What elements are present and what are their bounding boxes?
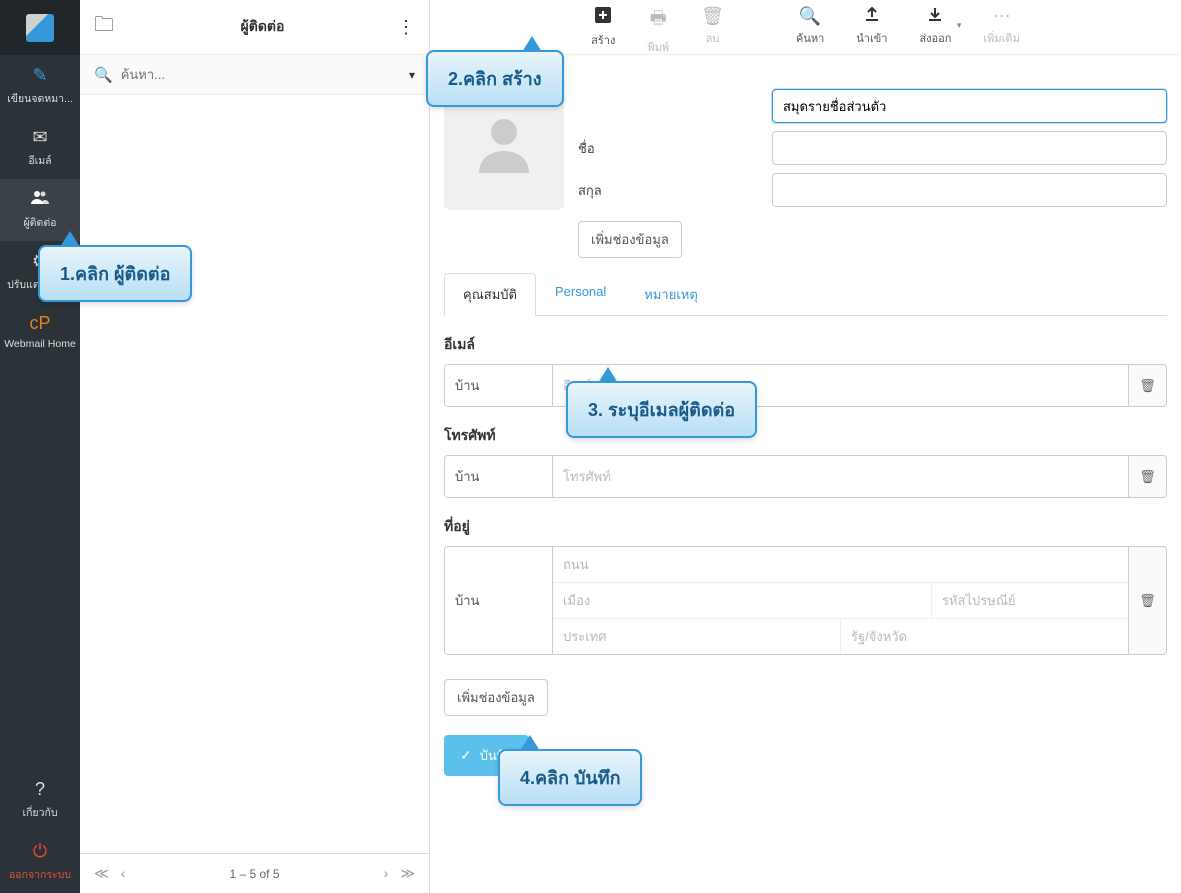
add-field-button[interactable]: เพิ่มช่องข้อมูล bbox=[444, 679, 548, 716]
nav-about[interactable]: ? เกี่ยวกับ bbox=[0, 769, 80, 831]
compose-icon: ✎ bbox=[4, 65, 76, 86]
nav-email[interactable]: ✉ อีเมล์ bbox=[0, 117, 80, 179]
nav-label: อีเมล์ bbox=[4, 152, 76, 169]
tab-properties[interactable]: คุณสมบัติ bbox=[444, 273, 536, 316]
email-type-select[interactable]: บ้าน bbox=[445, 365, 553, 406]
search-input[interactable] bbox=[121, 67, 409, 82]
users-icon bbox=[4, 189, 76, 210]
pager-last-icon[interactable]: ≫ bbox=[400, 865, 415, 882]
callout-4: 4.คลิก บันทึก bbox=[498, 749, 642, 806]
trash-icon: 🗑 bbox=[1139, 469, 1156, 485]
dots-icon: ⋯ bbox=[993, 6, 1011, 27]
address-type-select[interactable]: บ้าน bbox=[445, 547, 553, 654]
addressbook-select[interactable] bbox=[772, 89, 1167, 123]
import-button[interactable]: นำเข้า bbox=[850, 6, 893, 47]
search-icon: 🔍 bbox=[94, 66, 113, 84]
zip-input[interactable] bbox=[932, 583, 1128, 618]
delete-button[interactable]: 🗑 ลบ bbox=[695, 6, 730, 47]
tab-notes[interactable]: หมายเหตุ bbox=[625, 273, 717, 316]
create-button[interactable]: สร้าง bbox=[585, 6, 621, 49]
trash-icon: 🗑 bbox=[701, 6, 724, 27]
print-icon: 🖶 bbox=[650, 6, 667, 36]
trash-icon: 🗑 bbox=[1139, 593, 1156, 609]
nav-compose[interactable]: ✎ เขียนจดหมา... bbox=[0, 55, 80, 117]
kebab-icon[interactable]: ⋮ bbox=[397, 17, 415, 38]
firstname-label: ชื่อ bbox=[578, 138, 758, 159]
print-button[interactable]: 🖶 พิมพ์ bbox=[641, 6, 675, 56]
lastname-label: สกุล bbox=[578, 180, 758, 201]
lastname-input[interactable] bbox=[772, 173, 1167, 207]
nav-label: เขียนจดหมา... bbox=[4, 90, 76, 107]
download-icon bbox=[927, 6, 943, 27]
region-input[interactable] bbox=[841, 619, 1128, 654]
list-title: ผู้ติดต่อ bbox=[128, 16, 397, 38]
pager-first-icon[interactable]: ≪ bbox=[94, 865, 109, 882]
pager-prev-icon[interactable]: ‹ bbox=[121, 865, 126, 882]
city-input[interactable] bbox=[553, 583, 932, 618]
question-icon: ? bbox=[4, 779, 76, 800]
folder-icon[interactable]: 🗀 bbox=[94, 10, 114, 44]
toolbar: สร้าง 🖶 พิมพ์ 🗑 ลบ 🔍 ค้นหา นำเข้า bbox=[430, 0, 1181, 55]
address-entry: บ้าน 🗑 bbox=[444, 546, 1167, 655]
app-logo bbox=[0, 0, 80, 55]
callout-2: 2.คลิก สร้าง bbox=[426, 50, 564, 107]
magnify-icon: 🔍 bbox=[799, 6, 821, 27]
nav-webmail-home[interactable]: cP Webmail Home bbox=[0, 303, 80, 360]
phone-type-select[interactable]: บ้าน bbox=[445, 456, 553, 497]
nav-label: ออกจากระบบ bbox=[4, 866, 76, 883]
envelope-icon: ✉ bbox=[4, 127, 76, 148]
power-icon: ⏻ bbox=[4, 841, 76, 862]
country-input[interactable] bbox=[553, 619, 841, 654]
callout-3: 3. ระบุอีเมลผู้ติดต่อ bbox=[566, 381, 757, 438]
tab-personal[interactable]: Personal bbox=[536, 273, 625, 316]
pager-status: 1 – 5 of 5 bbox=[229, 867, 279, 881]
nav-label: เกี่ยวกับ bbox=[4, 804, 76, 821]
street-input[interactable] bbox=[553, 547, 1128, 582]
contact-list bbox=[80, 95, 429, 853]
contact-list-pane: 🗀 ผู้ติดต่อ ⋮ 🔍 ▾ ≪ ‹ 1 – 5 of 5 › ≫ bbox=[80, 0, 430, 893]
add-name-field-button[interactable]: เพิ่มช่องข้อมูล bbox=[578, 221, 682, 258]
address-delete-button[interactable]: 🗑 bbox=[1128, 547, 1166, 654]
email-entry: บ้าน 🗑 bbox=[444, 364, 1167, 407]
email-delete-button[interactable]: 🗑 bbox=[1128, 365, 1166, 406]
address-section-label: ที่อยู่ bbox=[444, 516, 1167, 538]
phone-section-label: โทรศัพท์ bbox=[444, 425, 1167, 447]
email-section-label: อีเมล์ bbox=[444, 334, 1167, 356]
export-button[interactable]: ส่งออก bbox=[913, 6, 957, 47]
nav-label: Webmail Home bbox=[4, 338, 76, 350]
trash-icon: 🗑 bbox=[1139, 378, 1156, 394]
plus-square-icon bbox=[594, 6, 612, 29]
main-sidebar: ✎ เขียนจดหมา... ✉ อีเมล์ ผู้ติดต่อ ⚙ ปรั… bbox=[0, 0, 80, 893]
cpanel-icon: cP bbox=[4, 313, 76, 334]
check-icon: ✓ bbox=[460, 747, 472, 764]
search-dropdown-icon[interactable]: ▾ bbox=[409, 68, 415, 82]
tab-bar: คุณสมบัติ Personal หมายเหตุ bbox=[444, 272, 1167, 316]
phone-delete-button[interactable]: 🗑 bbox=[1128, 456, 1166, 497]
pager-next-icon[interactable]: › bbox=[384, 865, 389, 882]
callout-1: 1.คลิก ผู้ติดต่อ bbox=[38, 245, 192, 302]
search-button[interactable]: 🔍 ค้นหา bbox=[790, 6, 830, 47]
firstname-input[interactable] bbox=[772, 131, 1167, 165]
upload-icon bbox=[864, 6, 880, 27]
nav-logout[interactable]: ⏻ ออกจากระบบ bbox=[0, 831, 80, 893]
phone-input[interactable] bbox=[553, 456, 1128, 497]
more-button[interactable]: ⋯ เพิ่มเติม bbox=[977, 6, 1025, 47]
nav-label: ผู้ติดต่อ bbox=[4, 214, 76, 231]
phone-entry: บ้าน 🗑 bbox=[444, 455, 1167, 498]
